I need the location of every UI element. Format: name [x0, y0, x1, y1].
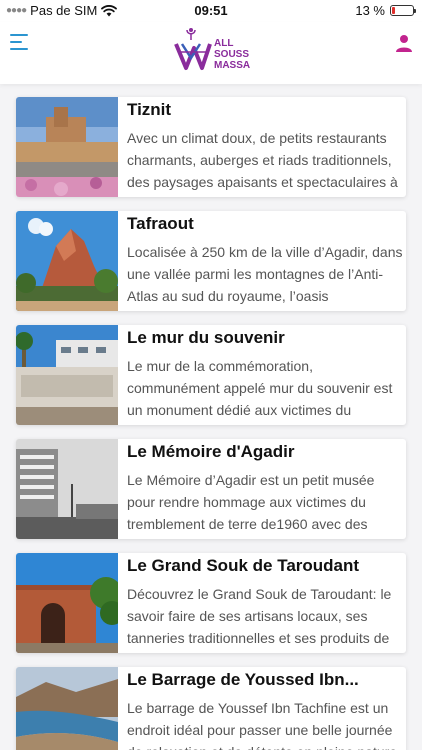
- logo-text: ALL SOUSS MASSA: [214, 38, 250, 71]
- place-title: Le Grand Souk de Taroudant: [127, 556, 360, 575]
- app-header: ALL SOUSS MASSA: [0, 22, 422, 84]
- place-title: Tiznit: [127, 100, 172, 119]
- status-right: 13 %: [355, 3, 416, 18]
- place-card-grand-souk-taroudant[interactable]: Le Grand Souk de Taroudant Découvrez le …: [16, 553, 406, 653]
- battery-icon: [390, 5, 416, 16]
- place-image: [16, 325, 118, 425]
- place-image: [16, 439, 118, 539]
- place-description: Le mur de la commémoration, communément …: [127, 358, 393, 418]
- logo-text-line: ALL: [214, 37, 234, 49]
- place-title: Le Barrage de Youssed Ibn...: [127, 670, 359, 689]
- place-card-mur-du-souvenir[interactable]: Le mur du souvenir Le mur de la commémor…: [16, 325, 406, 425]
- place-title: Tafraout: [127, 214, 194, 233]
- logo-text-line: SOUSS: [214, 48, 250, 60]
- place-title: Le mur du souvenir: [127, 328, 285, 347]
- app-logo[interactable]: ALL SOUSS MASSA: [174, 24, 250, 74]
- place-title: Le Mémoire d'Agadir: [127, 442, 295, 461]
- place-description: Le Mémoire d’Agadir est un petit musée p…: [127, 472, 375, 532]
- place-card-barrage-youssef[interactable]: Le Barrage de Youssed Ibn... Le barrage …: [16, 667, 406, 750]
- menu-icon-bar: [10, 48, 28, 50]
- places-list: Tiznit Avec un climat doux, de petits re…: [16, 97, 406, 750]
- menu-button[interactable]: [10, 34, 28, 50]
- menu-icon-bar: [10, 34, 28, 36]
- user-profile-icon[interactable]: [395, 34, 413, 52]
- place-image: [16, 553, 118, 653]
- battery-fill: [392, 7, 395, 14]
- place-image: [16, 211, 118, 311]
- menu-icon-bar: [10, 41, 22, 43]
- place-description: Avec un climat doux, de petits restauran…: [127, 130, 398, 190]
- status-bar: ●●●● Pas de SIM 09:51 13 %: [0, 0, 422, 22]
- place-card-tafraout[interactable]: Tafraout Localisée à 250 km de la ville …: [16, 211, 406, 311]
- place-card-tiznit[interactable]: Tiznit Avec un climat doux, de petits re…: [16, 97, 406, 197]
- place-description: Découvrez le Grand Souk de Taroudant: le…: [127, 586, 392, 646]
- place-image: [16, 667, 118, 750]
- logo-text-line: MASSA: [214, 59, 251, 71]
- place-description: Localisée à 250 km de la ville d’Agadir,…: [127, 244, 403, 304]
- place-description: Le barrage de Youssef Ibn Tachfine est u…: [127, 700, 397, 750]
- logo-mark-icon: [174, 28, 212, 70]
- battery-percent: 13 %: [355, 3, 385, 18]
- place-card-memoire-agadir[interactable]: Le Mémoire d'Agadir Le Mémoire d’Agadir …: [16, 439, 406, 539]
- place-image: [16, 97, 118, 197]
